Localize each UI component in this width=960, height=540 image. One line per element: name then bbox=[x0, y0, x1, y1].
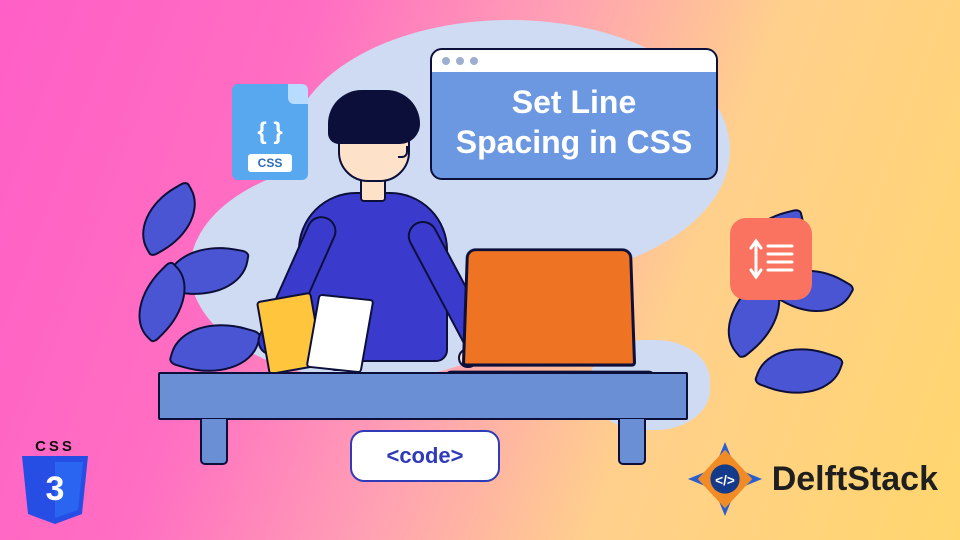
css3-shield-icon: 3 bbox=[18, 456, 92, 524]
css3-badge-label: CSS bbox=[18, 439, 92, 454]
line-spacing-icon bbox=[746, 234, 796, 284]
book-illustration bbox=[262, 296, 372, 376]
window-dot-icon bbox=[470, 57, 478, 65]
code-tag-pill: <code> bbox=[350, 430, 500, 482]
laptop-illustration bbox=[450, 246, 650, 386]
brand-name: DelftStack bbox=[772, 462, 938, 496]
brand: </> DelftStack bbox=[686, 440, 938, 518]
window-dot-icon bbox=[456, 57, 464, 65]
window-dot-icon bbox=[442, 57, 450, 65]
css3-badge: CSS 3 bbox=[18, 439, 92, 524]
window-titlebar bbox=[432, 50, 716, 72]
svg-text:</>: </> bbox=[715, 473, 735, 488]
code-tag-label: <code> bbox=[386, 445, 463, 467]
line-spacing-chip bbox=[730, 218, 812, 300]
svg-text:3: 3 bbox=[46, 470, 65, 508]
brand-logo-icon: </> bbox=[686, 440, 764, 518]
desk bbox=[158, 372, 688, 420]
